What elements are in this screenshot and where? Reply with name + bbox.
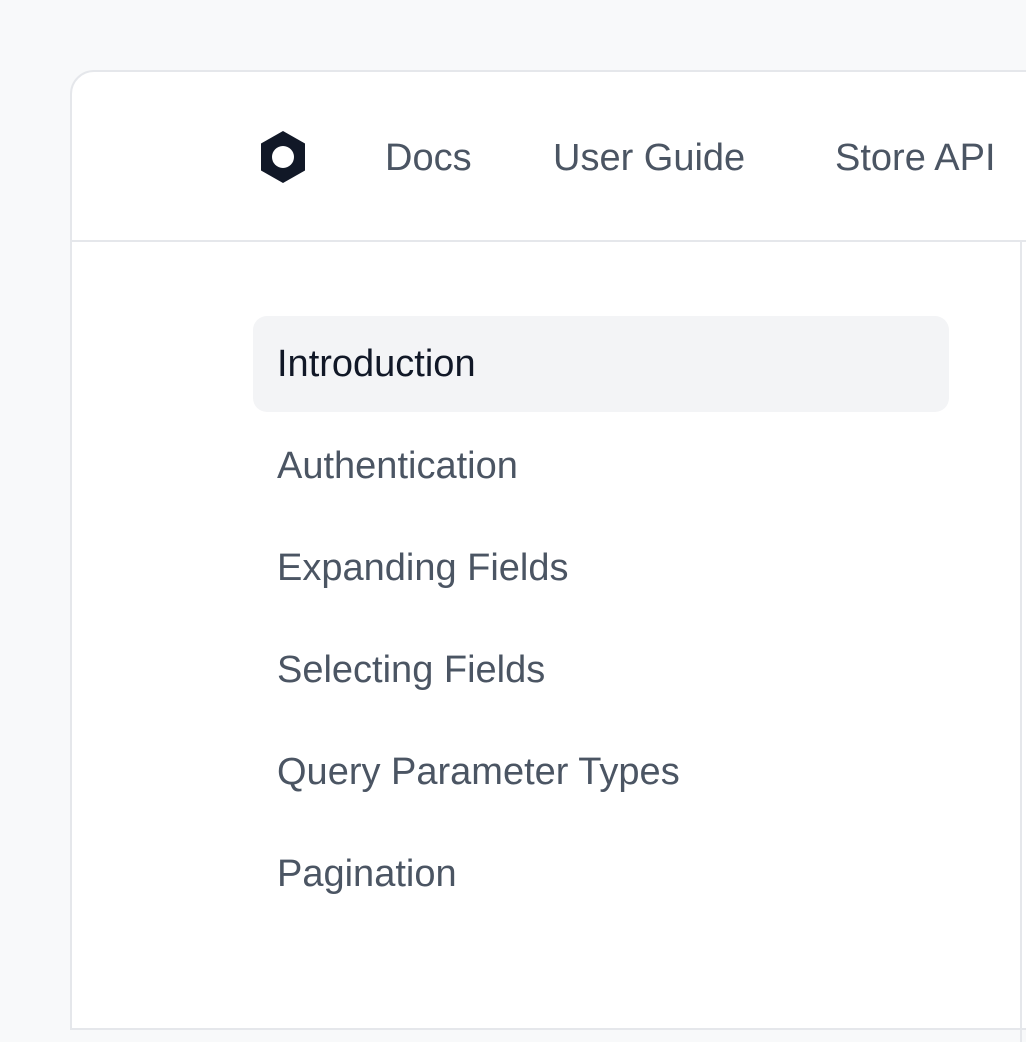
docs-window: Docs User Guide Store API Introduction A… [70,70,1026,1042]
sidebar-navigation: Introduction Authentication Expanding Fi… [253,316,949,928]
sidebar-item-label: Pagination [277,853,457,895]
sidebar-item-authentication[interactable]: Authentication [253,418,949,514]
logo-icon[interactable] [257,129,309,185]
content-divider [1020,242,1022,1042]
sidebar-item-introduction[interactable]: Introduction [253,316,949,412]
sidebar-item-label: Query Parameter Types [277,751,680,793]
sidebar-item-pagination[interactable]: Pagination [253,826,949,922]
sidebar-item-query-parameter-types[interactable]: Query Parameter Types [253,724,949,820]
nav-link-docs[interactable]: Docs [385,134,472,182]
sidebar-item-label: Introduction [277,343,476,385]
sidebar-item-label: Expanding Fields [277,547,569,589]
sidebar-item-selecting-fields[interactable]: Selecting Fields [253,622,949,718]
sidebar-item-expanding-fields[interactable]: Expanding Fields [253,520,949,616]
sidebar-item-label: Selecting Fields [277,649,546,691]
sidebar-item-label: Authentication [277,445,518,487]
nav-link-store-api[interactable]: Store API [835,134,996,182]
nav-link-user-guide[interactable]: User Guide [553,134,745,182]
top-navigation-bar: Docs User Guide Store API [72,72,1026,242]
